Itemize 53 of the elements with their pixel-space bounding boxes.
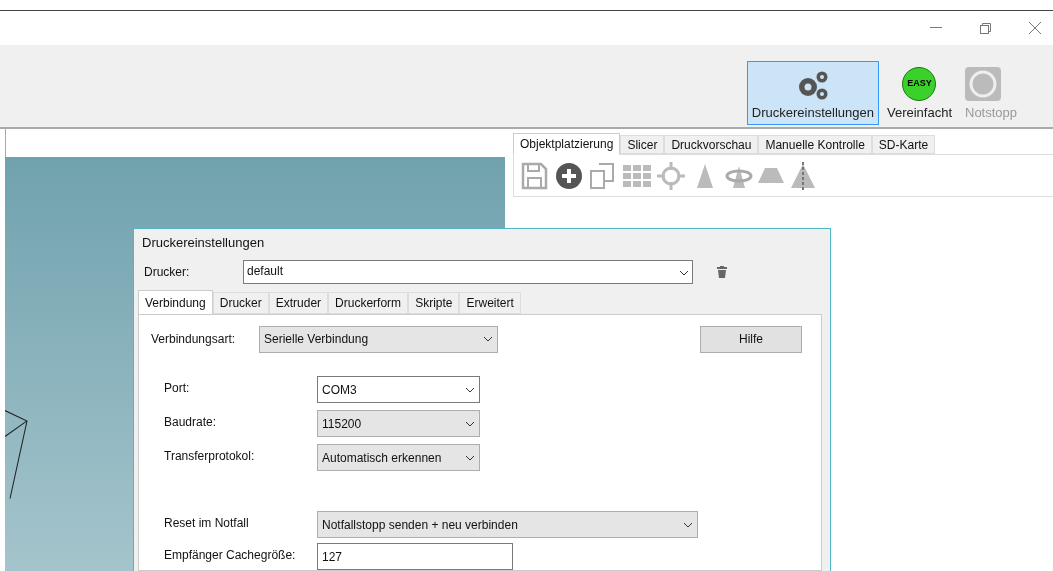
printer-combobox[interactable]: default <box>243 260 693 285</box>
dropdown[interactable]: Serielle Verbindung <box>259 325 498 353</box>
tab[interactable]: Skripte <box>408 292 460 314</box>
toolbar-button[interactable]: Druckereinstellungen <box>746 61 879 125</box>
dropdown[interactable]: COM3 <box>317 376 480 403</box>
dropdown-value: 115200 <box>322 415 362 433</box>
tab[interactable]: Drucker <box>212 292 269 314</box>
toolbar-button[interactable]: EASY Vereinfacht <box>881 61 957 125</box>
field-label: Transferprotokol: <box>164 448 256 465</box>
save-icon <box>520 160 550 191</box>
stop-icon <box>965 66 1001 101</box>
tab[interactable]: Manuelle Kontrolle <box>758 135 872 154</box>
tab[interactable]: Verbindung <box>138 290 213 315</box>
dialog-title: Druckereinstellungen <box>141 233 266 252</box>
dropdown-value: Automatisch erkennen <box>322 449 442 467</box>
easy-badge: EASY <box>902 66 937 101</box>
dropdown[interactable]: Notfallstopp senden + neu verbinden <box>317 511 698 538</box>
field-label: Baudrate: <box>164 414 218 431</box>
close-icon[interactable] <box>1029 22 1041 34</box>
minimize-icon[interactable] <box>930 27 942 29</box>
field-label: Verbindungsart: <box>151 331 237 348</box>
input-field[interactable]: 127 <box>317 543 513 570</box>
dropdown[interactable]: Automatisch erkennen <box>317 444 480 471</box>
field-value: 127 <box>322 548 343 566</box>
field-label: Reset im Notfall <box>164 515 250 532</box>
tab[interactable]: Objektplatzierung <box>513 133 621 155</box>
tab[interactable]: Erweitert <box>459 292 521 314</box>
field-label: Port: <box>164 380 191 397</box>
help-button[interactable]: Hilfe <box>700 325 802 353</box>
tab[interactable]: Druckerform <box>328 292 409 314</box>
caret-icon <box>483 336 493 342</box>
field-label: Empfänger Cachegröße: <box>164 547 297 564</box>
tab[interactable]: Extruder <box>268 292 329 314</box>
caret-icon <box>465 420 475 427</box>
dropdown-value: Serielle Verbindung <box>264 331 369 348</box>
caret-icon <box>679 270 689 277</box>
caret-icon <box>683 521 693 528</box>
trash-icon <box>717 266 727 279</box>
dropdown[interactable]: 115200 <box>317 410 480 437</box>
maximize-icon[interactable] <box>980 22 991 34</box>
combobox-value: default <box>247 263 284 281</box>
add-icon <box>554 160 584 191</box>
caret-icon <box>465 386 475 393</box>
crosshair-icon <box>656 160 686 191</box>
tab[interactable]: SD-Karte <box>871 135 936 154</box>
field-label: Drucker: <box>143 264 191 282</box>
frustum-icon <box>758 168 784 183</box>
mirror-icon <box>788 160 818 191</box>
tab[interactable]: Druckvorschau <box>664 135 759 154</box>
caret-icon <box>465 454 475 461</box>
dropdown-value: Notfallstopp senden + neu verbinden <box>322 516 518 534</box>
tab[interactable]: Slicer <box>620 135 665 154</box>
dropdown-value: COM3 <box>322 381 357 399</box>
